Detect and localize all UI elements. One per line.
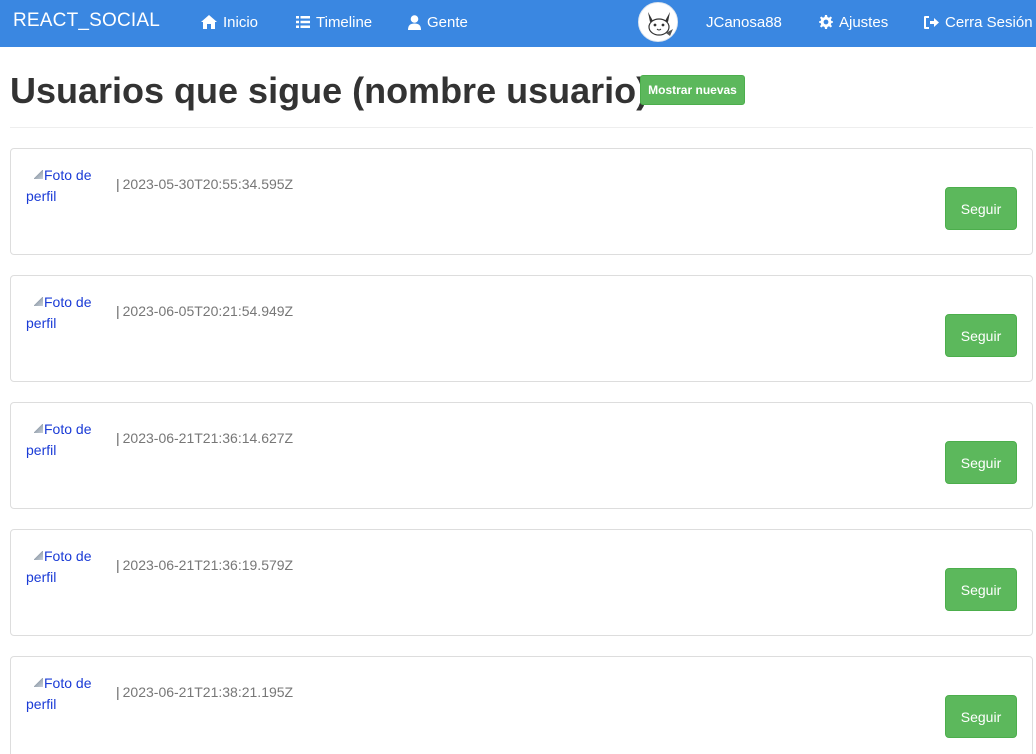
user-meta: | 2023-05-30T20:55:34.595Z [116, 176, 293, 192]
photo-alt-text: perfil [26, 696, 57, 712]
profile-photo[interactable]: Foto de perfil [26, 419, 96, 469]
nav-link-label: Timeline [316, 13, 373, 31]
broken-image-icon [34, 678, 43, 687]
brand-logo[interactable]: REACT_SOCIAL [13, 10, 160, 32]
created-at: 2023-05-30T20:55:34.595Z [122, 176, 294, 192]
page-title: Usuarios que sigue (nombre usuario) [10, 70, 649, 111]
nav-username[interactable]: JCanosa88 [706, 12, 782, 32]
photo-alt-text: Foto de [44, 548, 92, 564]
nav-link-label: Gente [427, 13, 468, 31]
user-avatar[interactable] [638, 2, 678, 42]
follow-button[interactable]: Seguir [945, 187, 1017, 230]
photo-alt-text: Foto de [44, 294, 92, 310]
broken-image-icon [34, 551, 43, 560]
follow-button[interactable]: Seguir [945, 314, 1017, 357]
follow-button[interactable]: Seguir [945, 695, 1017, 738]
created-at: 2023-06-21T21:36:14.627Z [122, 430, 294, 446]
user-card: Foto de perfil | 2023-06-21T21:36:14.627Z… [10, 402, 1033, 509]
nav-link-label: Cerra Sesión [945, 13, 1033, 31]
nav-link-gente[interactable]: Gente [408, 12, 468, 32]
user-card: Foto de perfil | 2023-05-30T20:55:34.595Z… [10, 148, 1033, 255]
meta-separator: | [116, 557, 120, 573]
photo-alt-text: Foto de [44, 167, 92, 183]
user-meta: | 2023-06-21T21:36:19.579Z [116, 557, 293, 573]
photo-alt-text: perfil [26, 315, 57, 331]
profile-photo[interactable]: Foto de perfil [26, 165, 96, 215]
profile-photo[interactable]: Foto de perfil [26, 292, 96, 342]
profile-photo[interactable]: Foto de perfil [26, 673, 96, 723]
follow-button[interactable]: Seguir [945, 441, 1017, 484]
nav-link-timeline[interactable]: Timeline [296, 12, 372, 32]
logout-icon [924, 15, 939, 29]
home-icon [201, 15, 217, 29]
meta-separator: | [116, 684, 120, 700]
show-new-button[interactable]: Mostrar nuevas [640, 75, 745, 105]
user-meta: | 2023-06-21T21:38:21.195Z [116, 684, 293, 700]
photo-alt-text: perfil [26, 569, 57, 585]
follow-button[interactable]: Seguir [945, 568, 1017, 611]
user-meta: | 2023-06-21T21:36:14.627Z [116, 430, 293, 446]
user-card: Foto de perfil | 2023-06-21T21:36:19.579Z… [10, 529, 1033, 636]
meta-separator: | [116, 303, 120, 319]
user-icon [408, 14, 421, 30]
top-navbar: REACT_SOCIAL Inicio Timeline Gente JCano… [0, 0, 1036, 47]
nav-link-inicio[interactable]: Inicio [201, 12, 258, 32]
photo-alt-text: perfil [26, 188, 57, 204]
broken-image-icon [34, 297, 43, 306]
nav-link-logout[interactable]: Cerra Sesión [924, 12, 1033, 32]
nav-link-label: Ajustes [839, 13, 889, 31]
broken-image-icon [34, 170, 43, 179]
list-icon [296, 16, 310, 28]
user-meta: | 2023-06-05T20:21:54.949Z [116, 303, 293, 319]
broken-image-icon [34, 424, 43, 433]
profile-photo[interactable]: Foto de perfil [26, 546, 96, 596]
created-at: 2023-06-21T21:36:19.579Z [122, 557, 294, 573]
pikachu-avatar-icon [639, 3, 677, 41]
nav-link-ajustes[interactable]: Ajustes [819, 12, 888, 32]
photo-alt-text: Foto de [44, 421, 92, 437]
photo-alt-text: perfil [26, 442, 57, 458]
created-at: 2023-06-21T21:38:21.195Z [122, 684, 294, 700]
photo-alt-text: Foto de [44, 675, 92, 691]
gear-icon [819, 15, 833, 29]
user-card: Foto de perfil | 2023-06-21T21:38:21.195Z… [10, 656, 1033, 754]
heading-divider [10, 127, 1033, 128]
meta-separator: | [116, 176, 120, 192]
meta-separator: | [116, 430, 120, 446]
created-at: 2023-06-05T20:21:54.949Z [122, 303, 294, 319]
user-card: Foto de perfil | 2023-06-05T20:21:54.949Z… [10, 275, 1033, 382]
nav-link-label: Inicio [223, 13, 259, 31]
